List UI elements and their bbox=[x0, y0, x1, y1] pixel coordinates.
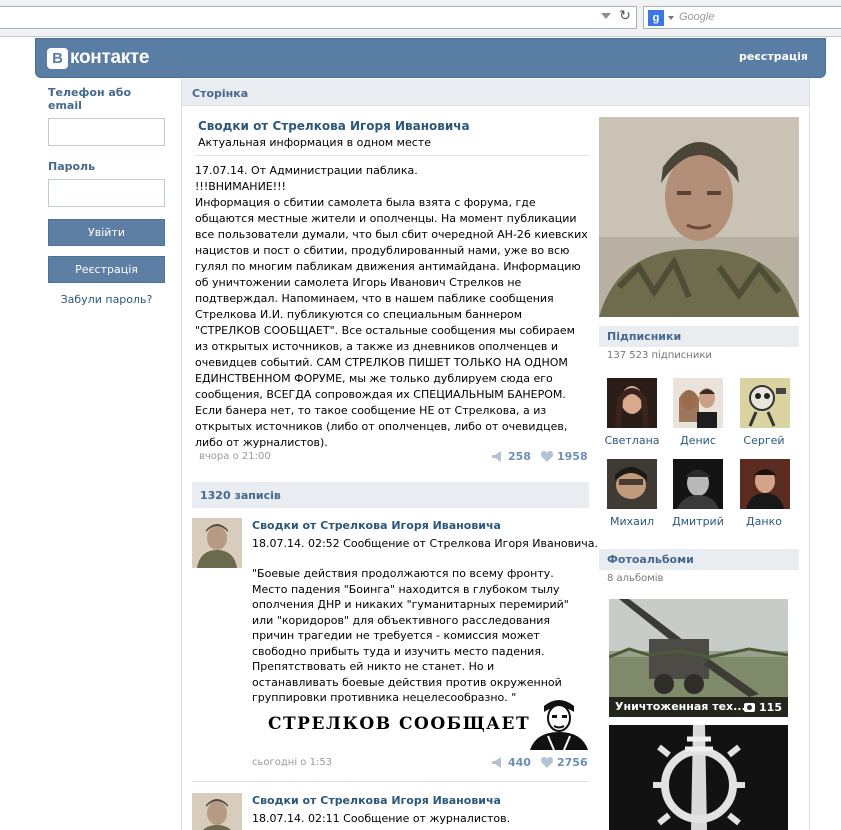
browser-toolbar: ↻ g Google bbox=[0, 0, 841, 37]
email-label: Телефон або email bbox=[48, 86, 132, 112]
photo-album[interactable] bbox=[609, 725, 788, 830]
password-field[interactable] bbox=[48, 179, 165, 207]
banner-portrait bbox=[530, 696, 588, 750]
post-quote: "Боевые действия продолжаются по всему ф… bbox=[252, 567, 569, 704]
heart-icon bbox=[541, 757, 553, 768]
pinned-post-date[interactable]: вчора о 21:00 bbox=[199, 451, 271, 462]
header-register-link[interactable]: реєстрація bbox=[739, 50, 808, 63]
subscriber-avatar[interactable] bbox=[673, 378, 723, 428]
vk-logo-text: контакте bbox=[70, 47, 150, 68]
site-header: B контакте реєстрація bbox=[35, 38, 826, 78]
divider bbox=[195, 155, 588, 156]
post-author-link[interactable]: Сводки от Стрелкова Игоря Ивановича bbox=[252, 519, 501, 532]
subscriber-photo bbox=[673, 378, 723, 428]
reload-icon[interactable]: ↻ bbox=[617, 8, 633, 24]
share-count-value: 440 bbox=[508, 756, 531, 769]
subscribers-header[interactable]: Підписники bbox=[599, 326, 799, 347]
subscriber-photo bbox=[607, 378, 657, 428]
login-button[interactable]: Увійти bbox=[48, 219, 165, 246]
share-count-value: 258 bbox=[508, 450, 531, 463]
share-count[interactable]: 440 bbox=[492, 756, 531, 769]
album-cover bbox=[609, 725, 788, 830]
avatar-photo bbox=[192, 793, 242, 830]
like-count-value: 2756 bbox=[557, 756, 588, 769]
divider bbox=[192, 781, 589, 782]
albums-count: 8 альбомів bbox=[607, 573, 664, 584]
post-avatar[interactable] bbox=[192, 518, 242, 568]
login-form: Телефон або email Пароль Увійти Реєстрац… bbox=[48, 86, 168, 306]
subscriber-name[interactable]: Светлана bbox=[599, 434, 665, 447]
subscriber-name[interactable]: Дмитрий bbox=[665, 515, 731, 528]
records-count-bar[interactable]: 1320 записів bbox=[192, 482, 589, 508]
search-box[interactable]: g Google bbox=[643, 6, 841, 29]
subscriber-photo bbox=[673, 459, 723, 509]
subscribers-count: 137 523 підписники bbox=[607, 350, 712, 361]
profile-photo-image bbox=[599, 117, 799, 317]
password-label: Пароль bbox=[48, 160, 96, 173]
search-engine-caret-icon[interactable] bbox=[668, 16, 674, 20]
page-title-strip: Сторінка bbox=[182, 79, 809, 106]
album-photo-count: 115 bbox=[744, 701, 782, 714]
heart-icon bbox=[541, 451, 553, 462]
email-field[interactable] bbox=[48, 118, 165, 146]
profile-photo[interactable] bbox=[599, 117, 799, 317]
subscriber-avatar[interactable] bbox=[673, 459, 723, 509]
pinned-post-line1: 17.07.14. От Администрации паблика. bbox=[195, 164, 418, 177]
subscriber-name[interactable]: Данко bbox=[731, 515, 797, 528]
subscriber-name[interactable]: Михаил bbox=[599, 515, 665, 528]
megaphone-icon bbox=[492, 451, 501, 462]
subscriber-name[interactable]: Сергей bbox=[731, 434, 797, 447]
address-bar[interactable] bbox=[0, 6, 637, 29]
post-date[interactable]: сьогодні о 1:53 bbox=[252, 757, 332, 768]
strelkov-banner: СТРЕЛКОВ СООБЩАЕТ: bbox=[262, 696, 588, 750]
photo-albums-header[interactable]: Фотоальбоми bbox=[599, 549, 799, 570]
album-count-value: 115 bbox=[759, 701, 782, 714]
pinned-post-line2: !!!ВНИМАНИЕ!!! bbox=[195, 180, 286, 193]
camera-icon bbox=[744, 703, 756, 712]
vk-logo-icon: B bbox=[47, 47, 68, 69]
search-placeholder: Google bbox=[679, 11, 715, 23]
subscriber-photo bbox=[740, 459, 790, 509]
subscriber-avatar[interactable] bbox=[607, 459, 657, 509]
like-count[interactable]: 1958 bbox=[541, 450, 588, 463]
history-dropdown-icon[interactable] bbox=[601, 13, 611, 19]
photo-album[interactable]: Уничтоженная тех... 115 bbox=[609, 599, 788, 717]
subscriber-name[interactable]: Денис bbox=[665, 434, 731, 447]
subscriber-photo bbox=[740, 378, 790, 428]
forgot-password-link[interactable]: Забули пароль? bbox=[48, 293, 165, 306]
like-count[interactable]: 2756 bbox=[541, 756, 588, 769]
register-button[interactable]: Реєстрація bbox=[48, 256, 165, 283]
group-status: Актуальная информация в одном месте bbox=[198, 136, 431, 149]
subscriber-avatar[interactable] bbox=[607, 378, 657, 428]
group-name: Сводки от Стрелкова Игоря Ивановича bbox=[198, 119, 470, 133]
google-icon[interactable]: g bbox=[648, 10, 664, 26]
banner-text: СТРЕЛКОВ СООБЩАЕТ: bbox=[268, 714, 538, 734]
pinned-post-text: 17.07.14. От Администрации паблика. !!!В… bbox=[195, 163, 588, 451]
post-author-link[interactable]: Сводки от Стрелкова Игоря Ивановича bbox=[252, 794, 501, 807]
like-count-value: 1958 bbox=[557, 450, 588, 463]
post-avatar[interactable] bbox=[192, 793, 242, 830]
share-count[interactable]: 258 bbox=[492, 450, 531, 463]
post-headline: 18.07.14. 02:11 Сообщение от журналистов… bbox=[252, 812, 511, 825]
vk-logo[interactable]: B контакте bbox=[47, 47, 150, 69]
avatar-photo bbox=[192, 518, 242, 568]
subscriber-photo bbox=[607, 459, 657, 509]
subscriber-avatar[interactable] bbox=[740, 378, 790, 428]
subscriber-avatar[interactable] bbox=[740, 459, 790, 509]
post-headline: 18.07.14. 02:52 Сообщение от Стрелкова И… bbox=[252, 537, 599, 550]
megaphone-icon bbox=[492, 757, 501, 768]
pinned-post-body: Информация о сбитии самолета была взята … bbox=[195, 196, 588, 449]
